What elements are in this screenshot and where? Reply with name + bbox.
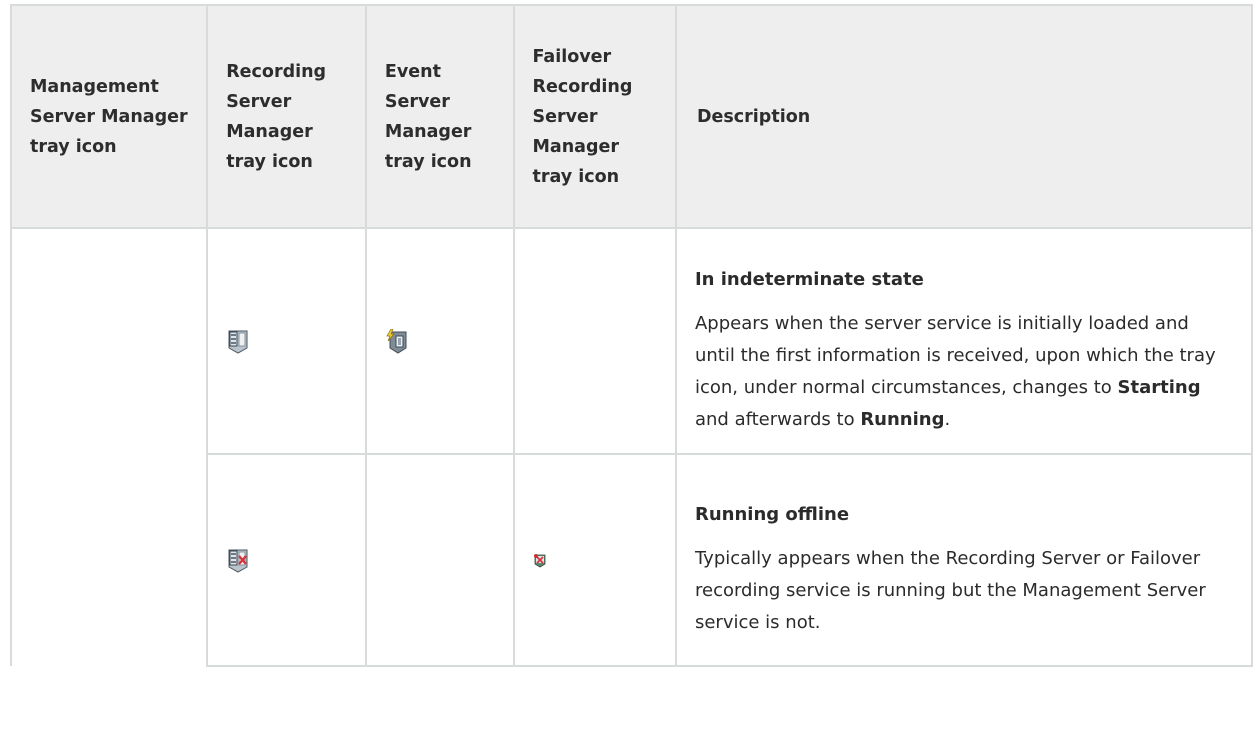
header-management-server: Management Server Manager tray icon xyxy=(9,4,209,229)
description-bold-starting: Starting xyxy=(1117,377,1201,398)
management-server-icon-cell xyxy=(9,227,209,666)
description-text: . xyxy=(944,409,951,430)
event-server-icon-cell xyxy=(364,227,515,455)
recording-server-icon-cell xyxy=(206,453,367,667)
failover-server-icon-cell xyxy=(512,453,677,667)
header-recording-server: Recording Server Manager tray icon xyxy=(206,4,367,229)
description-text: and afterwards to xyxy=(694,409,861,430)
description-cell: Running offline Typically appears when t… xyxy=(674,453,1253,667)
failover-server-offline-icon xyxy=(533,553,547,568)
header-event-server: Event Server Manager tray icon xyxy=(364,4,515,229)
recording-server-indeterminate-icon xyxy=(226,329,250,354)
event-server-icon-cell xyxy=(364,453,515,667)
failover-server-icon-cell xyxy=(512,227,677,455)
header-failover-recording-server: Failover Recording Server Manager tray i… xyxy=(512,4,677,229)
state-title: Running offline xyxy=(694,504,850,525)
state-description: Typically appears when the Recording Ser… xyxy=(694,548,1206,633)
description-cell: In indeterminate state Appears when the … xyxy=(674,227,1253,455)
description-bold-running: Running xyxy=(860,409,945,430)
header-description: Description xyxy=(674,4,1253,229)
recording-server-offline-icon xyxy=(226,548,250,573)
table-row: In indeterminate state Appears when the … xyxy=(9,227,1253,666)
state-description: Appears when the server service is initi… xyxy=(695,308,1233,436)
state-title: In indeterminate state xyxy=(694,269,924,290)
event-server-indeterminate-icon xyxy=(385,329,409,354)
table-header-row: Management Server Manager tray icon Reco… xyxy=(9,4,1253,229)
tray-icon-table: Management Server Manager tray icon Reco… xyxy=(9,4,1253,667)
recording-server-icon-cell xyxy=(206,227,367,455)
